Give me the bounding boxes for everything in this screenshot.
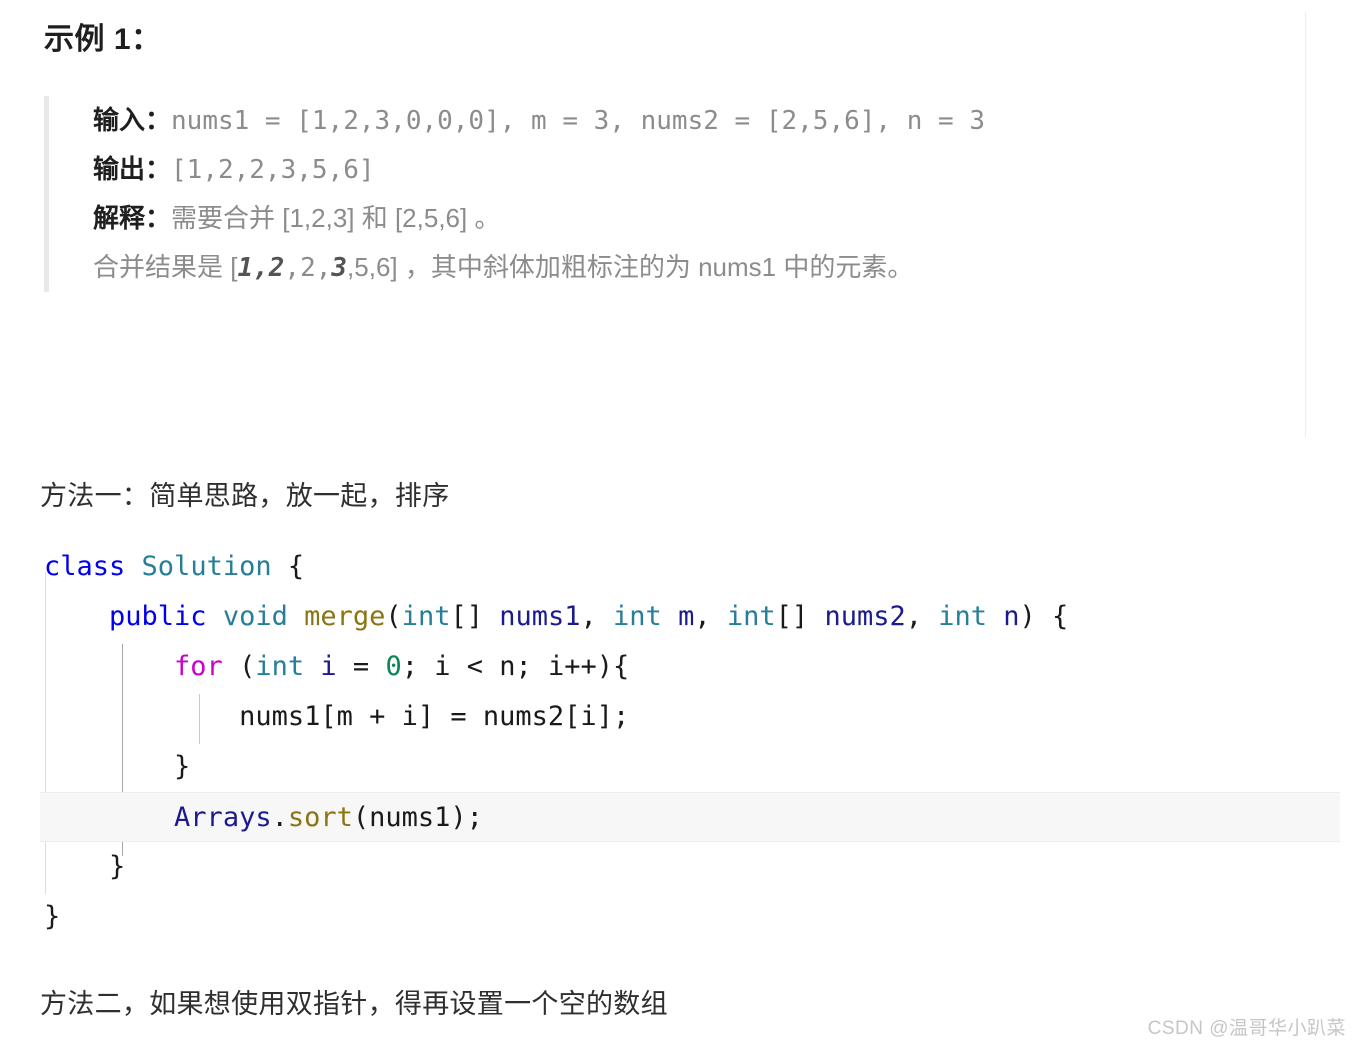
- csdn-watermark: CSDN @温哥华小趴菜: [1147, 1018, 1346, 1039]
- code-token-plain: .: [271, 802, 288, 833]
- code-line: class Solution {: [40, 542, 1340, 592]
- code-token-type: Solution: [141, 551, 272, 582]
- code-line: }: [40, 892, 1340, 942]
- code-line: Arrays.sort(nums1);: [40, 792, 1340, 842]
- code-token-var: n: [1003, 601, 1020, 632]
- code-token-var: nums2: [824, 601, 906, 632]
- code-token-plain: []: [450, 601, 500, 632]
- explain-bolditalic-1: 1,2: [237, 253, 285, 283]
- blockquote-explain-line: 解释：需要合并 [1,2,3] 和 [2,5,6] 。: [93, 194, 1306, 243]
- input-label: 输入：: [93, 105, 172, 135]
- code-token-kw: class: [44, 551, 126, 582]
- method-two-note: 方法二，如果想使用双指针，得再设置一个空的数组: [40, 989, 668, 1019]
- article-page: 示例 1： 输入：nums1 = [1,2,3,0,0,0], m = 3, n…: [0, 0, 1360, 1050]
- code-token-var: i: [320, 651, 337, 682]
- method-one-note: 方法一：简单思路，放一起，排序: [40, 481, 450, 511]
- code-token-plain: }: [44, 851, 126, 882]
- code-line: for (int i = 0; i < n; i++){: [40, 642, 1340, 692]
- blockquote-output-line: 输出：[1,2,2,3,5,6]: [93, 145, 1306, 194]
- code-token-plain: nums1[m + i] = nums2[i];: [44, 701, 630, 732]
- code-token-plain: (: [222, 651, 256, 682]
- output-value: [1,2,2,3,5,6]: [171, 155, 375, 185]
- explain-detail-mid: ,2,: [284, 253, 332, 283]
- input-value: nums1 = [1,2,3,0,0,0], m = 3, nums2 = [2…: [171, 106, 985, 136]
- code-line: nums1[m + i] = nums2[i];: [40, 692, 1340, 742]
- code-token-plain: }: [44, 751, 191, 782]
- code-token-plain: ,: [694, 601, 727, 632]
- code-block[interactable]: class Solution { public void merge(int[]…: [40, 542, 1340, 942]
- code-token-plain: {: [271, 551, 305, 582]
- code-token-plain: ) {: [1019, 601, 1069, 632]
- code-token-kw: public: [109, 601, 207, 632]
- blockquote-explain-detail: 合并结果是 [1,2,2,3,5,6] ，其中斜体加粗标注的为 nums1 中的…: [93, 243, 1306, 292]
- code-token-plain: (: [385, 601, 402, 632]
- explain-label: 解释：: [93, 203, 172, 233]
- code-token-type: int: [401, 601, 451, 632]
- code-token-type: int: [938, 601, 988, 632]
- code-token-fn: merge: [304, 601, 386, 632]
- code-token-plain: =: [336, 651, 386, 682]
- explain-bolditalic-2: 3: [331, 253, 348, 283]
- code-token-num: 0: [385, 651, 402, 682]
- code-token-type: int: [255, 651, 305, 682]
- code-token-var: Arrays: [174, 802, 272, 833]
- code-token-plain: ,: [580, 601, 614, 632]
- code-line: public void merge(int[] nums1, int m, in…: [40, 592, 1340, 642]
- example-blockquote: 输入：nums1 = [1,2,3,0,0,0], m = 3, nums2 =…: [44, 96, 1306, 292]
- code-token-type: int: [613, 601, 662, 632]
- code-token-var: m: [678, 601, 695, 632]
- code-token-type: void: [222, 601, 288, 632]
- code-line: }: [40, 842, 1340, 892]
- code-token-type: int: [726, 601, 776, 632]
- explain-detail-suffix: ,5,6] ，其中斜体加粗标注的为 nums1 中的元素。: [347, 252, 914, 282]
- explain-value: 需要合并 [1,2,3] 和 [2,5,6] 。: [171, 203, 501, 233]
- page-title: 示例 1：: [44, 23, 162, 56]
- code-token-plain: []: [775, 601, 825, 632]
- code-token-var: nums1: [499, 601, 581, 632]
- blockquote-input-line: 输入：nums1 = [1,2,3,0,0,0], m = 3, nums2 =…: [93, 96, 1306, 145]
- code-line: }: [40, 742, 1340, 792]
- code-token-fn: sort: [287, 802, 353, 833]
- code-token-ctl: for: [174, 651, 223, 682]
- code-token-plain: }: [44, 901, 61, 932]
- explain-detail-prefix: 合并结果是 [: [93, 252, 238, 282]
- output-label: 输出：: [93, 154, 172, 184]
- code-token-plain: ,: [905, 601, 939, 632]
- code-token-plain: (nums1);: [352, 802, 483, 833]
- code-token-plain: ; i < n; i++){: [401, 651, 630, 682]
